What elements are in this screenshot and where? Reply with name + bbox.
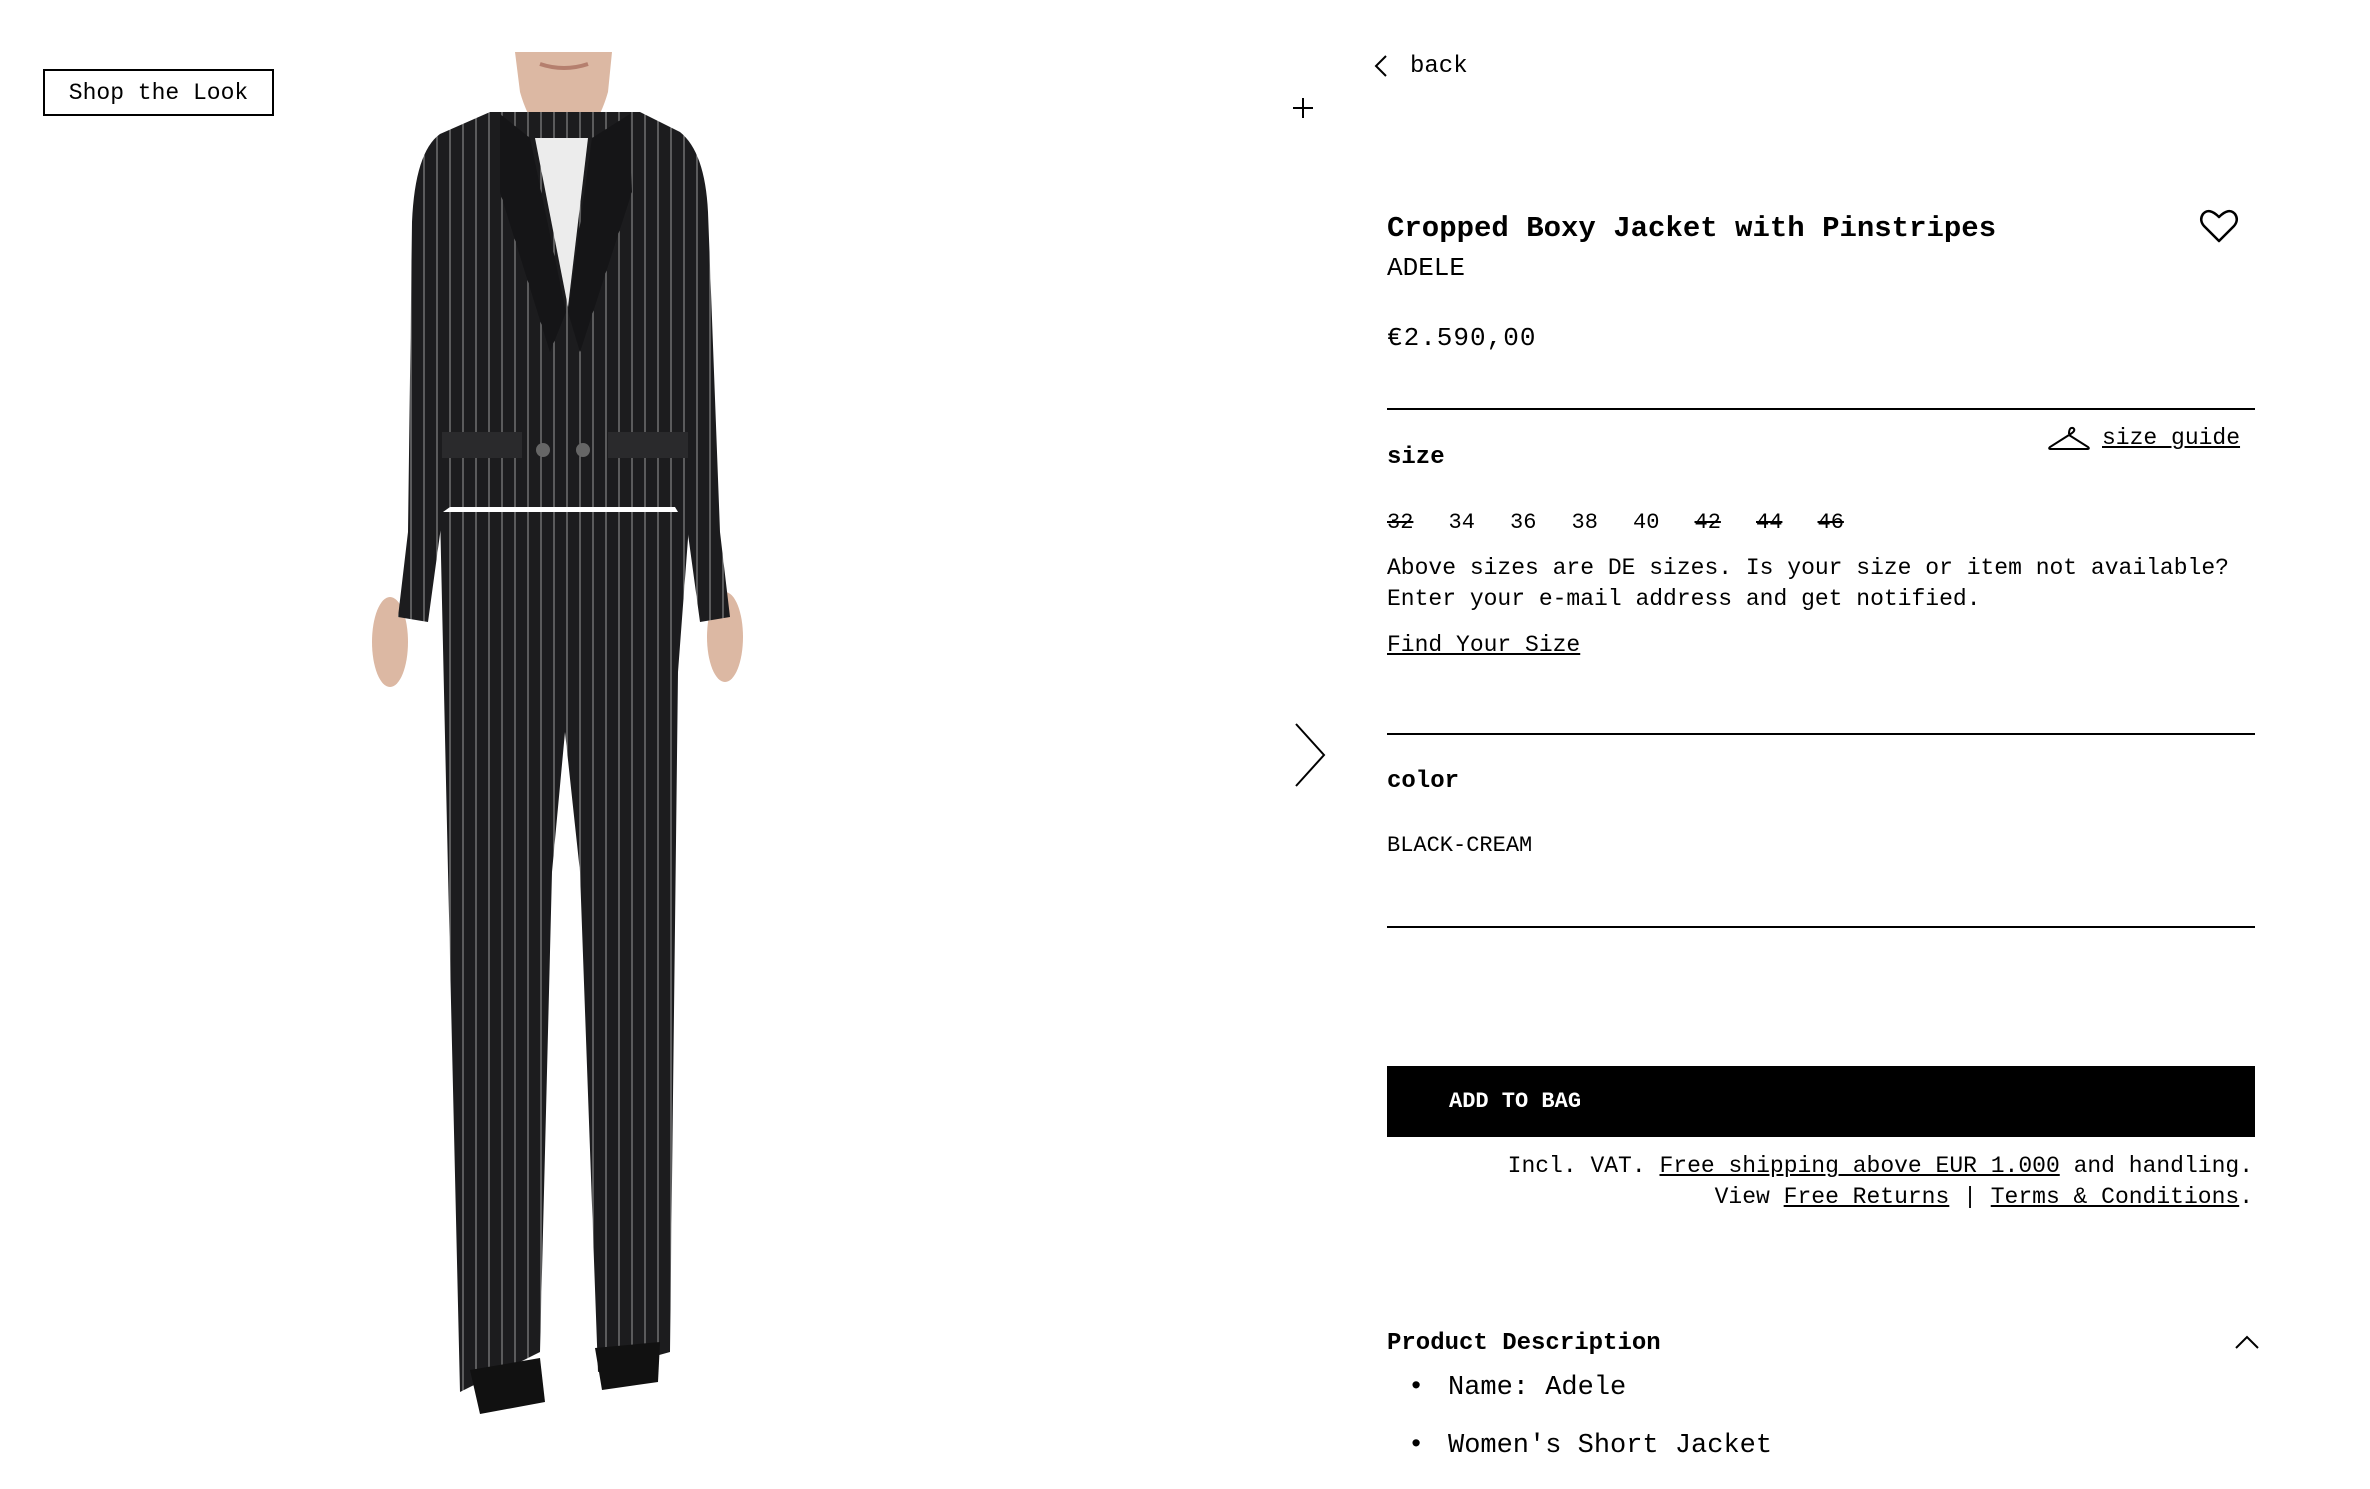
- back-label: back: [1410, 52, 1468, 80]
- period-text: .: [2239, 1184, 2253, 1210]
- size-options: 32 34 36 38 40 42 44 46: [1387, 510, 1879, 535]
- and-handling-text: and handling.: [2073, 1153, 2253, 1179]
- bullet-icon: •: [1408, 1431, 1425, 1461]
- divider: [1387, 926, 2255, 928]
- product-price: €2.590,00: [1387, 323, 1537, 353]
- incl-vat-text: Incl. VAT.: [1507, 1153, 1646, 1179]
- product-description-header[interactable]: Product Description: [1387, 1330, 1661, 1357]
- separator-text: |: [1963, 1184, 1977, 1210]
- add-to-bag-label: ADD TO BAG: [1449, 1089, 1582, 1114]
- shop-the-look-label: Shop the Look: [68, 79, 249, 106]
- divider: [1387, 408, 2255, 410]
- add-to-bag-button[interactable]: ADD TO BAG: [1387, 1066, 2255, 1137]
- chevron-left-icon: [1374, 55, 1387, 77]
- description-bullet-text: Name: Adele: [1448, 1373, 1627, 1403]
- size-option-40[interactable]: 40: [1633, 510, 1695, 535]
- list-item: • Women's Short Jacket: [1408, 1431, 1772, 1489]
- hanger-icon: [2048, 426, 2090, 450]
- find-your-size-link[interactable]: Find Your Size: [1387, 632, 1580, 658]
- size-option-34[interactable]: 34: [1449, 510, 1511, 535]
- size-guide-label: size guide: [2102, 425, 2241, 451]
- chevron-up-icon[interactable]: [2234, 1332, 2260, 1354]
- free-returns-link[interactable]: Free Returns: [1784, 1184, 1950, 1210]
- size-label: size: [1387, 444, 1445, 471]
- terms-conditions-link[interactable]: Terms & Conditions: [1991, 1184, 2239, 1210]
- product-image: [372, 52, 743, 1414]
- color-label: color: [1387, 768, 1460, 795]
- bullet-icon: •: [1408, 1373, 1425, 1403]
- size-option-32: 32: [1387, 510, 1414, 535]
- shipping-info: Incl. VAT. Free shipping above EUR 1.000…: [1387, 1153, 2253, 1179]
- size-option-44: 44: [1756, 510, 1783, 535]
- chevron-right-icon[interactable]: [1292, 722, 1328, 788]
- color-value: BLACK-CREAM: [1387, 833, 1533, 858]
- size-option-42: 42: [1694, 510, 1721, 535]
- back-link[interactable]: back: [1374, 48, 1468, 84]
- description-list: • Name: Adele • Women's Short Jacket: [1408, 1373, 1772, 1489]
- divider: [1387, 733, 2255, 735]
- size-guide-link[interactable]: size guide: [2048, 424, 2240, 452]
- free-shipping-link[interactable]: Free shipping above EUR 1.000: [1659, 1153, 2059, 1179]
- returns-info: View Free Returns | Terms & Conditions.: [1387, 1184, 2253, 1210]
- size-note: Above sizes are DE sizes. Is your size o…: [1387, 555, 2229, 612]
- size-option-36[interactable]: 36: [1510, 510, 1572, 535]
- description-bullet-text: Women's Short Jacket: [1448, 1431, 1773, 1461]
- list-item: • Name: Adele: [1408, 1373, 1772, 1431]
- product-brand: ADELE: [1387, 253, 1466, 283]
- size-option-46: 46: [1817, 510, 1844, 535]
- product-title: Cropped Boxy Jacket with Pinstripes: [1387, 212, 1997, 245]
- heart-icon[interactable]: [2199, 208, 2239, 244]
- view-text: View: [1714, 1184, 1770, 1210]
- zoom-plus-button[interactable]: [1283, 88, 1323, 128]
- shop-the-look-button[interactable]: Shop the Look: [43, 69, 274, 116]
- plus-icon: [1293, 98, 1313, 118]
- size-option-38[interactable]: 38: [1572, 510, 1634, 535]
